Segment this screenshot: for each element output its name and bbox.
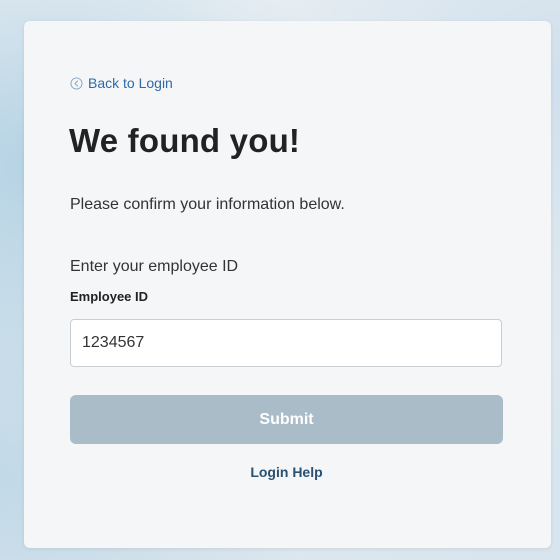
- page-title: We found you!: [69, 122, 301, 159]
- employee-id-input[interactable]: [70, 319, 502, 367]
- login-help-link[interactable]: Login Help: [70, 464, 503, 480]
- employee-id-prompt: Enter your employee ID: [70, 258, 239, 275]
- submit-button[interactable]: Submit: [70, 395, 503, 444]
- confirm-card: Back to Login We found you! Please confi…: [24, 21, 551, 548]
- employee-id-label: Employee ID: [70, 289, 149, 304]
- page-subtitle: Please confirm your information below.: [70, 196, 345, 213]
- back-to-login-link[interactable]: Back to Login: [70, 75, 173, 91]
- chevron-left-circle-icon: [70, 76, 83, 90]
- back-to-login-label: Back to Login: [88, 75, 173, 91]
